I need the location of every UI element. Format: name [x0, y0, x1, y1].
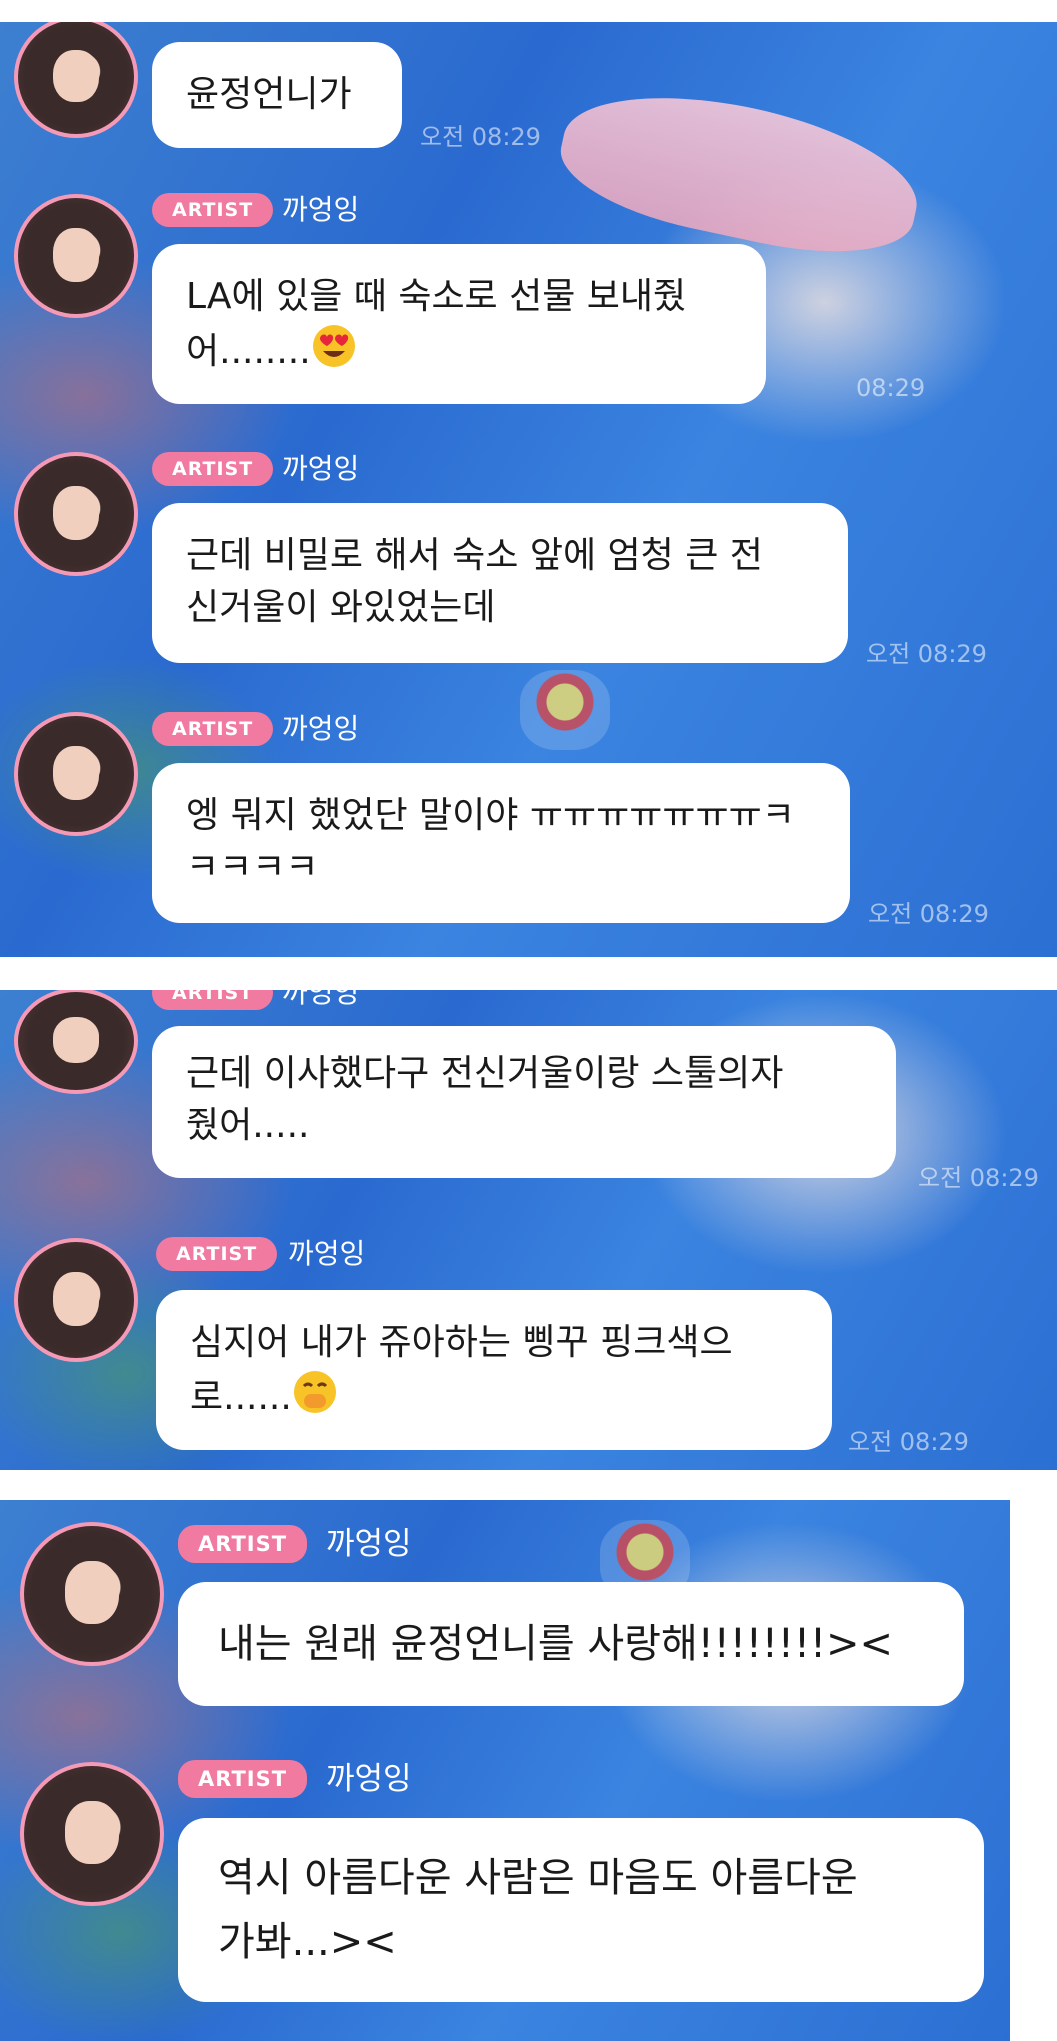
artist-badge: ARTIST — [178, 1525, 308, 1563]
chat-screenshot-2: ARTIST 까엉잉 근데 이사했다구 전신거울이랑 스툴의자 줬어..... … — [0, 990, 1057, 1470]
artist-badge: ARTIST — [152, 712, 274, 746]
artist-badge: ARTIST — [178, 1760, 308, 1798]
artist-badge: ARTIST — [156, 1237, 278, 1271]
artist-badge: ARTIST — [152, 193, 274, 227]
chat-screenshot-3: ARTIST 까엉잉 내는 원래 윤정언니를 사랑해!!!!!!!!>< ART… — [0, 1500, 1010, 2041]
message-time: 오전 08:29 — [866, 640, 987, 668]
message-time: 오전 08:29 — [848, 1428, 969, 1456]
message-text: 윤정언니가 — [186, 74, 352, 115]
artist-name[interactable]: 까엉잉 — [326, 1525, 412, 1563]
background-photo-emblem — [520, 670, 610, 750]
message-bubble: 심지어 내가 쥬아하는 삥꾸 핑크색으 로...... — [156, 1290, 832, 1450]
message-text: 내는 원래 윤정언니를 사랑해!!!!!!!!>< — [218, 1621, 894, 1667]
message-text: 심지어 내가 쥬아하는 삥꾸 핑크색으 로...... — [190, 1322, 733, 1418]
artist-avatar[interactable] — [20, 1762, 164, 1906]
message-text: 근데 이사했다구 전신거울이랑 스툴의자 줬어..... — [186, 1053, 784, 1146]
artist-avatar[interactable] — [14, 990, 138, 1094]
message-text: 역시 아름다운 사람은 마음도 아름다운 가봐...>< — [218, 1855, 858, 1965]
artist-name[interactable]: 까엉잉 — [288, 1237, 365, 1271]
artist-name[interactable]: 까엉잉 — [282, 452, 359, 486]
artist-avatar[interactable] — [14, 452, 138, 576]
message-bubble: 근데 이사했다구 전신거울이랑 스툴의자 줬어..... — [152, 1026, 896, 1178]
chat-screenshot-1: 윤정언니가 오전 08:29 ARTIST 까엉잉 LA에 있을 때 숙소로 선… — [0, 22, 1057, 957]
artist-avatar[interactable] — [20, 1522, 164, 1666]
message-text: LA에 있을 때 숙소로 선물 보내줬 어........ — [186, 276, 687, 372]
message-time: 08:29 — [856, 374, 926, 402]
message-text: 근데 비밀로 해서 숙소 앞에 엄청 큰 전 신거울이 와있었는데 — [186, 535, 763, 628]
message-time: 오전 08:29 — [420, 123, 541, 151]
message-text: 엥 뭐지 했었단 말이야 ㅠㅠㅠㅠㅠㅠㅠㅋ ㅋㅋㅋㅋ — [186, 795, 795, 888]
artist-avatar[interactable] — [14, 712, 138, 836]
artist-badge: ARTIST — [152, 452, 274, 486]
message-bubble: 윤정언니가 — [152, 42, 402, 148]
artist-name[interactable]: 까엉잉 — [282, 990, 359, 1010]
heart-eyes-emoji-icon — [311, 323, 357, 369]
artist-name[interactable]: 까엉잉 — [326, 1760, 412, 1798]
message-bubble: 근데 비밀로 해서 숙소 앞에 엄청 큰 전 신거울이 와있었는데 — [152, 503, 848, 663]
artist-avatar[interactable] — [14, 1238, 138, 1362]
message-bubble: 내는 원래 윤정언니를 사랑해!!!!!!!!>< — [178, 1582, 964, 1706]
artist-avatar[interactable] — [14, 22, 138, 138]
hand-over-mouth-emoji-icon — [292, 1369, 338, 1415]
message-time: 오전 08:29 — [868, 900, 989, 928]
artist-avatar[interactable] — [14, 194, 138, 318]
background-photo-hat — [550, 70, 930, 274]
message-bubble: 엥 뭐지 했었단 말이야 ㅠㅠㅠㅠㅠㅠㅠㅋ ㅋㅋㅋㅋ — [152, 763, 850, 923]
message-bubble: LA에 있을 때 숙소로 선물 보내줬 어........ — [152, 244, 766, 404]
message-bubble: 역시 아름다운 사람은 마음도 아름다운 가봐...>< — [178, 1818, 984, 2002]
artist-name[interactable]: 까엉잉 — [282, 193, 359, 227]
artist-name[interactable]: 까엉잉 — [282, 712, 359, 746]
artist-badge: ARTIST — [152, 990, 274, 1010]
message-time: 오전 08:29 — [918, 1164, 1039, 1192]
